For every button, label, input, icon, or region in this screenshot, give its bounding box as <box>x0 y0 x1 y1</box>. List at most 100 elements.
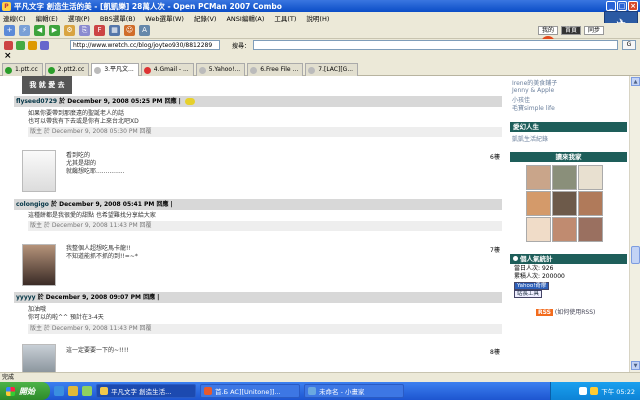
menu-bar: 連線(C) 編輯(E) 選項(P) BBS選單(B) Web選單(W) 紀錄(V… <box>0 11 640 35</box>
visitor-avatar[interactable] <box>526 165 551 190</box>
url-input[interactable]: http://www.wretch.cc/blog/joyteo930/8812… <box>70 40 220 50</box>
tab-5[interactable]: 5.Yahoo!... <box>195 63 246 76</box>
search-label: 搜尋： <box>232 43 251 50</box>
favorites-icon[interactable] <box>40 40 49 50</box>
settings-icon[interactable]: ⚙ <box>64 25 75 36</box>
sidebar-link[interactable]: 毛寶simple life <box>512 103 555 112</box>
address-bar: http://www.wretch.cc/blog/joyteo930/8812… <box>0 39 640 51</box>
comment-text: 我整個人超想吃馬卡龍!! 不知道能抓不抓的到!!=~* <box>66 245 138 260</box>
sidebar-link[interactable]: Jenny & Apple <box>512 87 554 94</box>
tab-bar: 1.ptt.cc 2.ptt2.cc 3.平凡文... 4.Gmail - ..… <box>0 61 640 76</box>
app-icon: P <box>2 1 11 11</box>
app-quicklaunch-icon[interactable] <box>82 386 92 396</box>
emoticon-icon[interactable]: ☺ <box>124 25 135 36</box>
tab-2[interactable]: 2.ptt2.cc <box>44 63 90 76</box>
yahoo-badge[interactable]: Yahoo!奇摩 <box>514 282 550 290</box>
volume-icon[interactable] <box>590 387 599 395</box>
menu-options[interactable]: 選項(P) <box>68 13 90 23</box>
tab-1[interactable]: 1.ptt.cc <box>2 63 43 76</box>
visitor-avatar[interactable] <box>578 217 603 242</box>
ie-quicklaunch-icon[interactable] <box>54 386 64 396</box>
toolbar-right: 我的 首頁 同步 <box>538 26 605 35</box>
visitor-photo-grid <box>526 165 603 242</box>
network-icon[interactable] <box>579 387 588 395</box>
visitor-avatar[interactable] <box>526 217 551 242</box>
sidebar-heading: 個人氣統計 <box>510 254 627 264</box>
task-paint[interactable]: 未命名 - 小畫家 <box>304 384 404 398</box>
menu-bbs[interactable]: BBS選單(B) <box>100 13 135 23</box>
quick-connect-icon[interactable]: ⚡ <box>19 25 30 36</box>
stop-icon[interactable] <box>4 40 13 50</box>
task-pcman[interactable]: 平凡文字 創造生活... <box>96 384 196 398</box>
today-count: 926 <box>541 265 554 272</box>
maximize-button[interactable]: □ <box>617 1 627 11</box>
copy-icon[interactable]: ⎘ <box>79 25 90 36</box>
scroll-thumb[interactable] <box>631 246 640 264</box>
folder-quicklaunch-icon[interactable] <box>68 386 78 396</box>
view-icon[interactable]: ▦ <box>109 25 120 36</box>
menu-connect[interactable]: 連線(C) <box>3 13 26 23</box>
visitor-avatar[interactable] <box>578 165 603 190</box>
comment-user[interactable]: colongigo <box>16 201 49 208</box>
visitor-avatar[interactable] <box>552 217 577 242</box>
menu-ansi[interactable]: ANSI編輯(A) <box>226 13 264 23</box>
visitor-avatar[interactable] <box>578 191 603 216</box>
scroll-up-icon[interactable]: ▲ <box>631 77 640 86</box>
comment-user[interactable]: yyyyy <box>16 294 36 301</box>
reply-link[interactable]: 回應 | <box>156 201 172 208</box>
title-bar: P 平凡文字 創造生活的美 - [凱凱樂] 28萬人次 - Open PCMan… <box>0 0 640 12</box>
toolbar: + ⚡ ◀ ▶ ⚙ ⎘ F ▦ ☺ A 我的 首頁 同步 ▼ <box>0 23 640 50</box>
tab-3[interactable]: 3.平凡文... <box>91 63 139 76</box>
task-folder[interactable]: 首.Б AC][Unitone]]... <box>200 384 300 398</box>
scroll-down-icon[interactable]: ▼ <box>631 361 640 370</box>
menu-help[interactable]: 說明(H) <box>306 13 329 23</box>
visitor-avatar[interactable] <box>552 165 577 190</box>
refresh-icon[interactable] <box>16 40 25 50</box>
connected-icon <box>5 66 12 74</box>
webmaster-badge[interactable]: 站長工具 <box>514 290 543 298</box>
close-window-button[interactable]: × <box>628 1 638 11</box>
home-chip[interactable]: 首頁 <box>561 26 582 35</box>
back-icon[interactable]: ◀ <box>34 25 45 36</box>
minimize-button[interactable]: _ <box>606 1 616 11</box>
comment-header: flyseed0729 於 December 9, 2008 05:25 PM … <box>14 96 502 107</box>
start-button[interactable]: 開始 <box>0 382 50 400</box>
home-icon[interactable] <box>28 40 37 50</box>
forward-icon[interactable]: ▶ <box>49 25 60 36</box>
vertical-scrollbar[interactable]: ▲ ▼ <box>629 76 640 372</box>
status-bar: 完成 <box>0 372 640 382</box>
comment-user[interactable]: flyseed0729 <box>16 98 57 105</box>
reply-link[interactable]: 回應 | <box>165 98 181 105</box>
close-page-button[interactable]: × <box>0 51 640 61</box>
windows-logo-icon <box>6 386 15 396</box>
visitor-avatar[interactable] <box>526 191 551 216</box>
sidebar-link[interactable]: 凱凱生活紀錄 <box>512 134 548 143</box>
new-connection-icon[interactable]: + <box>4 25 15 36</box>
rss-badge[interactable]: RSS <box>536 309 553 316</box>
sync-chip[interactable]: 同步 <box>584 26 605 35</box>
search-input[interactable] <box>253 40 618 50</box>
gmail-icon <box>143 66 151 74</box>
tab-7[interactable]: 7.[LAC][G... <box>305 63 359 76</box>
tab-4[interactable]: 4.Gmail - ... <box>140 63 194 76</box>
floor-number: 6樓 <box>490 154 500 161</box>
reply-link[interactable]: 回應 | <box>143 294 159 301</box>
menu-tools[interactable]: 工具(T) <box>274 13 296 23</box>
comment-avatar <box>22 150 56 192</box>
menu-web[interactable]: Web選單(W) <box>145 13 184 23</box>
visitor-avatar[interactable] <box>552 191 577 216</box>
favorites-chip[interactable]: 我的 <box>538 26 559 35</box>
sidebar-link[interactable]: Irene的美食鋪子 <box>512 78 557 87</box>
menu-edit[interactable]: 編輯(E) <box>36 13 58 23</box>
search-go-icon[interactable]: G <box>622 40 636 50</box>
menu-log[interactable]: 紀錄(V) <box>194 13 217 23</box>
clock: 下午 05:22 <box>601 388 635 396</box>
tab-6[interactable]: 6.Free File ... <box>247 63 304 76</box>
ansi-icon[interactable]: A <box>139 25 150 36</box>
rss-help-link[interactable]: (如何使用RSS) <box>555 309 595 316</box>
page-icon <box>94 66 102 74</box>
taskbar: 開始 平凡文字 創造生活... 首.Б AC][Unitone]]... 未命名… <box>0 382 640 400</box>
comment-text: 這種餅都是我很愛的甜點 也希望難找分享給大家 <box>28 212 156 219</box>
admin-reply: 版主 於 December 9, 2008 11:43 PM 回覆 <box>28 324 502 334</box>
font-icon[interactable]: F <box>94 25 105 36</box>
